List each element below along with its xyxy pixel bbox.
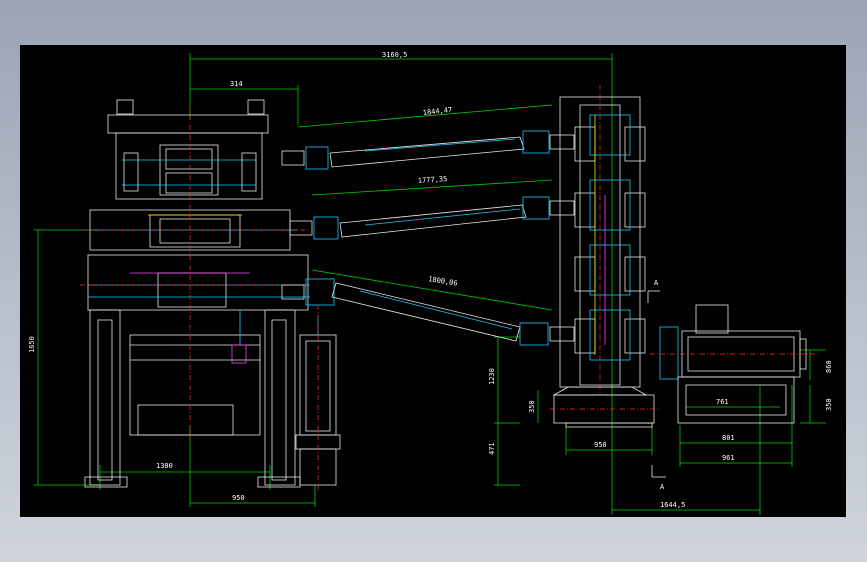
drive-shafts — [281, 130, 575, 346]
section-mark-bottom: A — [660, 483, 665, 491]
dim-top-short: 314 — [230, 80, 243, 88]
section-mark-top: A — [654, 279, 659, 287]
hydraulic-cylinder — [295, 305, 341, 490]
dimension-labels: 3160,5 314 1844,47 1777,35 1800,06 1650 … — [28, 51, 833, 509]
dim-top-overall: 3160,5 — [382, 51, 407, 59]
dim-shaft-upper: 1844,47 — [422, 106, 452, 117]
gearbox-tower — [550, 85, 660, 428]
dim-motor-h2: 350 — [825, 398, 833, 411]
dim-shaft-lower: 1800,06 — [428, 275, 458, 288]
dim-motor-h1: 860 — [825, 360, 833, 373]
dim-right-total: 1644,5 — [660, 501, 685, 509]
dim-motor-w3: 961 — [722, 454, 735, 462]
dim-motor-w2: 801 — [722, 434, 735, 442]
dim-base-h: 350 — [528, 400, 536, 413]
motor — [650, 304, 820, 424]
dim-vert-mid: 1230 — [488, 368, 496, 385]
dim-left-base: 1380 — [156, 462, 173, 470]
dim-motor-w1: 761 — [716, 398, 729, 406]
dim-base-w: 950 — [594, 441, 607, 449]
mill-stand — [80, 99, 310, 488]
dimension-lines — [34, 53, 826, 515]
dim-vert-low: 471 — [488, 442, 496, 455]
dim-bottom-span: 950 — [232, 494, 245, 502]
section-marks: A A — [647, 279, 666, 491]
rolling-mill-drawing: 3160,5 314 1844,47 1777,35 1800,06 1650 … — [28, 51, 833, 515]
dim-left-height: 1650 — [28, 336, 36, 353]
cad-viewport[interactable]: 3160,5 314 1844,47 1777,35 1800,06 1650 … — [20, 45, 846, 517]
dim-shaft-middle: 1777,35 — [418, 175, 448, 185]
